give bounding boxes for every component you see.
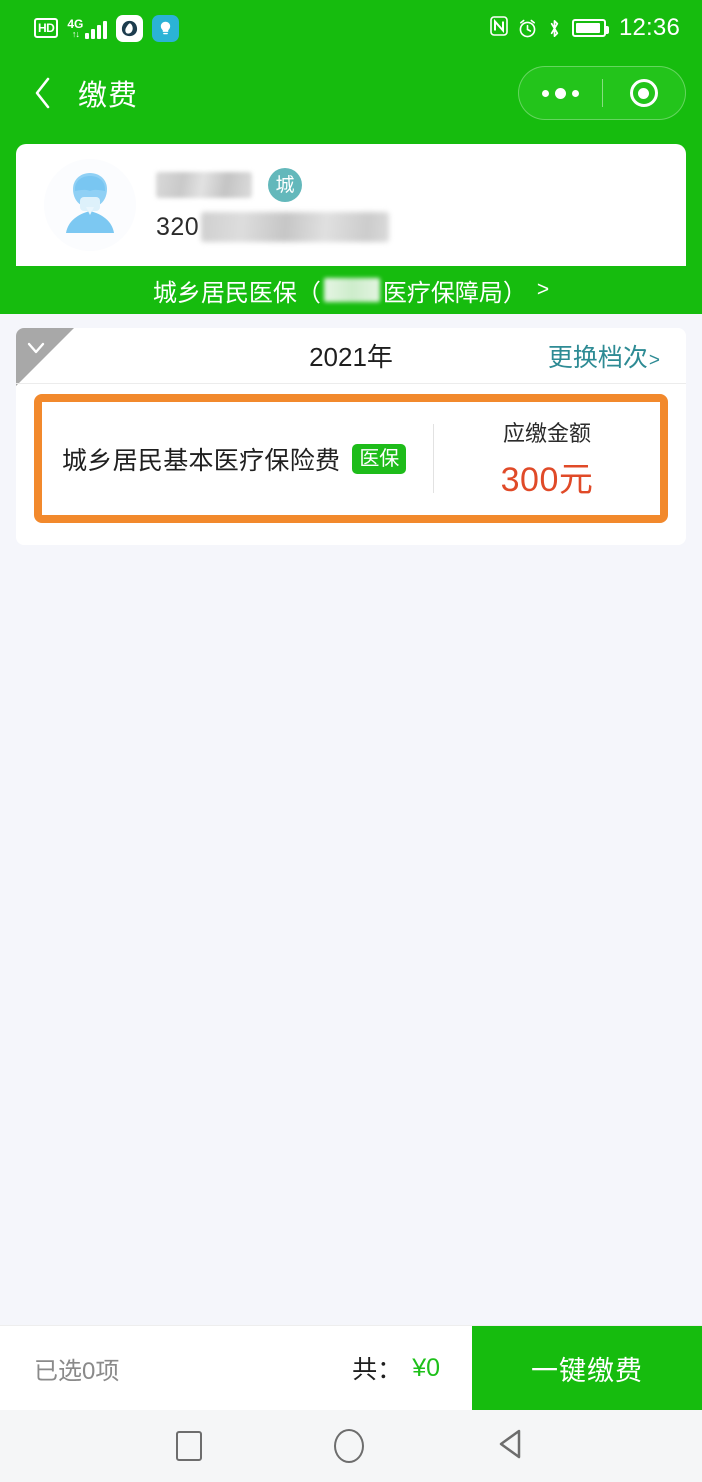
hd-icon: HD bbox=[34, 18, 59, 38]
profile-info: 城 320 bbox=[156, 168, 658, 242]
profile-name-masked bbox=[156, 172, 252, 198]
insurance-badge: 医保 bbox=[352, 443, 407, 474]
home-circle-icon[interactable] bbox=[334, 1429, 364, 1463]
target-circle-icon bbox=[629, 79, 658, 107]
status-bar: HD 4G ↑↓ 12:36 bbox=[0, 0, 702, 56]
profile-section: 城 320 城乡居民医保（ 医疗保障局） > bbox=[0, 130, 702, 314]
chevron-right-icon: > bbox=[648, 349, 660, 371]
org-prefix-label: 城乡居民医保（ bbox=[152, 279, 321, 307]
signal-icon: 4G ↑↓ bbox=[67, 16, 108, 39]
amount-value: 300元 bbox=[500, 461, 594, 499]
recents-square-icon[interactable] bbox=[176, 1431, 202, 1461]
miniprogram-capsule bbox=[518, 66, 686, 120]
bluetooth-icon bbox=[547, 18, 563, 39]
total-amount: ¥0 bbox=[412, 1353, 440, 1382]
fee-item-row[interactable]: 城乡居民基本医疗保险费 医保 应缴金额 300元 bbox=[42, 402, 660, 515]
change-tier-link[interactable]: 更换档次 > bbox=[548, 338, 660, 374]
android-navigation-bar bbox=[0, 1410, 702, 1482]
fee-item-highlight[interactable]: 城乡居民基本医疗保险费 医保 应缴金额 300元 bbox=[34, 394, 668, 523]
fee-item-name: 城乡居民基本医疗保险费 bbox=[62, 446, 341, 475]
fee-year-label: 2021年 bbox=[309, 342, 393, 372]
close-miniprogram-button[interactable] bbox=[603, 67, 686, 119]
total-label: 共： bbox=[352, 1356, 403, 1384]
profile-id-prefix: 320 bbox=[156, 212, 200, 241]
page-title: 缴费 bbox=[78, 80, 139, 112]
signal-bars-icon bbox=[85, 20, 108, 39]
lightbulb-app-icon bbox=[152, 14, 180, 42]
status-bar-right-icons: 12:36 bbox=[490, 14, 680, 42]
fee-item-right: 应缴金额 300元 bbox=[434, 416, 660, 501]
more-menu-button[interactable] bbox=[519, 67, 602, 119]
main-content: 2021年 更换档次 > 城乡居民基本医疗保险费 医保 应缴金额 300元 bbox=[0, 314, 702, 545]
chevron-right-icon: > bbox=[536, 278, 550, 301]
org-suffix-label: 医疗保障局） bbox=[382, 279, 527, 307]
back-triangle-icon[interactable] bbox=[496, 1428, 526, 1465]
city-badge: 城 bbox=[268, 168, 302, 202]
battery-icon bbox=[571, 19, 609, 37]
fee-card-header: 2021年 更换档次 > bbox=[16, 328, 686, 384]
profile-id-row: 320 bbox=[156, 212, 658, 242]
bottom-action-bar: 已选0项 共： ¥0 一键缴费 bbox=[0, 1325, 702, 1410]
total-box: 共： ¥0 bbox=[352, 1326, 472, 1410]
more-dots-icon bbox=[541, 87, 579, 99]
organization-selector[interactable]: 城乡居民医保（ 医疗保障局） > bbox=[16, 266, 686, 314]
org-region-masked bbox=[323, 278, 380, 302]
back-button[interactable] bbox=[26, 76, 60, 110]
change-tier-label: 更换档次 bbox=[547, 343, 648, 372]
fee-card: 2021年 更换档次 > 城乡居民基本医疗保险费 医保 应缴金额 300元 bbox=[16, 328, 686, 545]
network-generation-label: 4G ↑↓ bbox=[67, 16, 84, 39]
pay-button[interactable]: 一键缴费 bbox=[472, 1326, 702, 1410]
avatar bbox=[44, 159, 136, 251]
selected-count-label: 已选0项 bbox=[34, 1357, 120, 1385]
browser-app-icon bbox=[116, 14, 144, 42]
profile-card[interactable]: 城 320 bbox=[16, 144, 686, 266]
status-bar-clock: 12:36 bbox=[618, 14, 680, 41]
fee-item-left: 城乡居民基本医疗保险费 医保 bbox=[42, 441, 433, 477]
profile-id-masked bbox=[201, 212, 390, 242]
profile-name-row: 城 bbox=[156, 168, 658, 202]
status-bar-left-icons: HD 4G ↑↓ bbox=[34, 14, 180, 42]
nfc-icon bbox=[490, 16, 508, 40]
app-header: 缴费 bbox=[0, 56, 702, 130]
amount-label: 应缴金额 bbox=[502, 421, 591, 446]
alarm-icon bbox=[517, 18, 538, 39]
